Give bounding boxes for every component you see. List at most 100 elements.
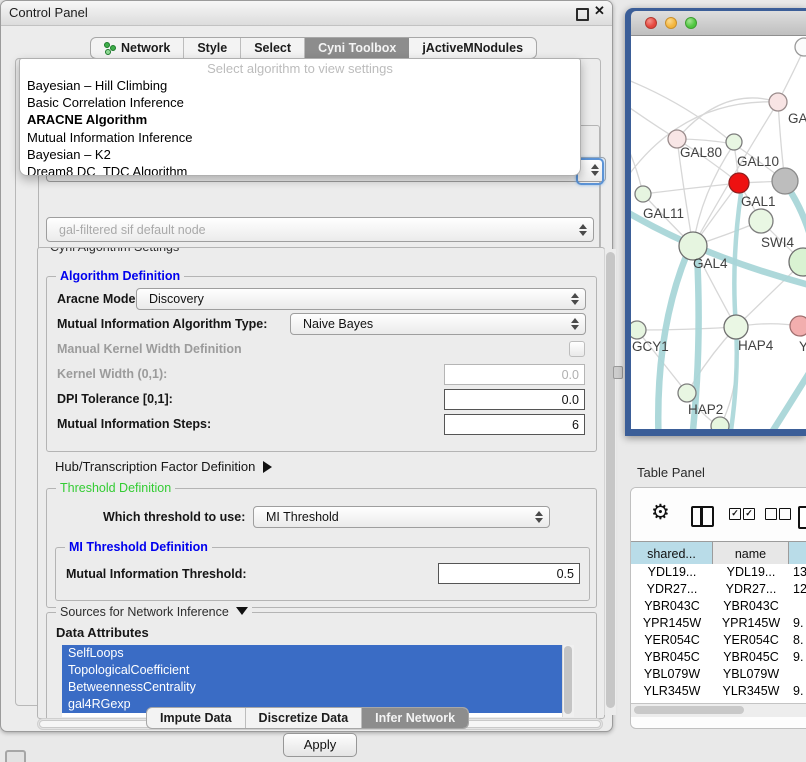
tab-select[interactable]: Select	[241, 38, 305, 58]
algorithm-definition-group: Algorithm Definition Aracne Mode: Discov…	[46, 276, 597, 452]
table-panel-title: Table Panel	[637, 465, 705, 480]
network-node-bottom[interactable]	[711, 417, 729, 429]
mac-minimize-button[interactable]	[665, 17, 677, 29]
network-edge[interactable]	[677, 98, 778, 139]
attribute-item[interactable]: BetweennessCentrality	[62, 679, 574, 696]
combo-stepper-icon	[571, 318, 578, 330]
table-row[interactable]: YDR27...YDR27...12	[631, 581, 806, 598]
node-label-gal11: GAL11	[643, 206, 684, 221]
table-cell: 13	[789, 564, 806, 581]
column-header[interactable]: A	[789, 542, 806, 565]
algorithm-option[interactable]: ARACNE Algorithm	[20, 111, 580, 128]
network-window-titlebar[interactable]	[631, 11, 806, 36]
network-node-gal7[interactable]	[769, 93, 787, 111]
tab-network[interactable]: Network	[91, 38, 184, 58]
network-edge[interactable]	[743, 357, 806, 429]
control-panel-titlebar[interactable]: Control Panel ✕	[1, 1, 612, 26]
bottom-tab-impute-data[interactable]: Impute Data	[147, 708, 246, 728]
tab-jactivemnodules[interactable]: jActiveMNodules	[409, 38, 536, 58]
control-panel-tab-strip: NetworkStyleSelectCyni ToolboxjActiveMNo…	[90, 37, 537, 59]
column-header[interactable]: shared...	[631, 542, 713, 565]
checked-checkbox-icon[interactable]: ✓	[729, 508, 741, 520]
table-scrollbar-thumb[interactable]	[634, 706, 744, 714]
which-threshold-combo[interactable]: MI Threshold	[253, 506, 550, 528]
network-node-top-green[interactable]	[726, 134, 742, 150]
kernel-width-field[interactable]: 0.0	[444, 364, 585, 385]
table-row[interactable]: YPR145WYPR145W9.	[631, 615, 806, 632]
tab-style[interactable]: Style	[184, 38, 241, 58]
table-row[interactable]: YDL19...YDL19...13	[631, 564, 806, 581]
network-graph[interactable]: GALGAL80GAL10GAL1GAL11SWI4GAL4GCY1HAP4YH…	[631, 36, 806, 429]
manual-kernel-checkbox[interactable]	[569, 341, 585, 357]
network-node-red[interactable]	[729, 173, 749, 193]
which-threshold-value: MI Threshold	[266, 510, 339, 524]
threshold-definition-title: Threshold Definition	[56, 481, 175, 495]
algorithm-option[interactable]: Basic Correlation Inference	[20, 94, 580, 111]
network-node-swi4[interactable]	[789, 248, 806, 276]
gear-icon[interactable]: ⚙	[651, 501, 670, 525]
mac-zoom-button[interactable]	[685, 17, 697, 29]
unchecked-checkbox-icon[interactable]	[779, 508, 791, 520]
network-node-hap4[interactable]	[724, 315, 748, 339]
bottom-tab-discretize-data[interactable]: Discretize Data	[246, 708, 363, 728]
network-node-hap2[interactable]	[678, 384, 696, 402]
network-edge[interactable]	[643, 183, 739, 194]
mi-threshold-definition-title: MI Threshold Definition	[65, 540, 212, 554]
algorithm-option[interactable]: Dream8 DC_TDC Algorithm	[20, 163, 580, 176]
table-cell: YPR145W	[713, 615, 789, 632]
window-grip-icon[interactable]	[5, 750, 26, 762]
settings-vertical-thumb[interactable]	[606, 252, 615, 708]
algorithm-option[interactable]: Mutual Information Inference	[20, 129, 580, 146]
checked-checkbox-icon[interactable]: ✓	[743, 508, 755, 520]
table-cell: YBL079W	[713, 666, 789, 683]
apply-button[interactable]: Apply	[283, 733, 357, 757]
bottom-tab-infer-network[interactable]: Infer Network	[362, 708, 468, 728]
aracne-mode-combo[interactable]: Discovery	[136, 288, 586, 310]
document-icon[interactable]	[798, 506, 806, 529]
list-scrollbar[interactable]	[562, 645, 574, 717]
mi-threshold-field[interactable]: 0.5	[438, 563, 580, 584]
close-icon[interactable]: ✕	[594, 3, 605, 19]
table-row[interactable]: YER054CYER054C8.	[631, 632, 806, 649]
network-node-pink-right[interactable]	[790, 316, 806, 336]
float-window-icon[interactable]	[576, 8, 589, 21]
data-attributes-label: Data Attributes	[56, 625, 149, 640]
network-node-gal11[interactable]	[635, 186, 651, 202]
dpi-tolerance-field[interactable]: 0.0	[444, 389, 585, 410]
column-header[interactable]: name	[713, 542, 789, 565]
table-row[interactable]: YBL079WYBL079W	[631, 666, 806, 683]
panel-divider-handle[interactable]	[613, 366, 623, 379]
mi-steps-field[interactable]: 6	[444, 414, 585, 435]
table-cell: YER054C	[631, 632, 713, 649]
mac-close-button[interactable]	[645, 17, 657, 29]
network-node-gcy1[interactable]	[631, 321, 646, 339]
network-data-combo-value: gal-filtered sif default node	[59, 223, 206, 237]
table-row[interactable]: YBR045CYBR045C9.	[631, 649, 806, 666]
mi-threshold-definition-group: MI Threshold Definition Mutual Informati…	[55, 547, 590, 601]
network-node-gal1[interactable]	[749, 209, 773, 233]
algorithm-option[interactable]: Bayesian – Hill Climbing	[20, 77, 580, 94]
hub-definition-toggle[interactable]: Hub/Transcription Factor Definition	[55, 459, 272, 474]
sources-group-title[interactable]: Sources for Network Inference	[56, 605, 252, 619]
settings-vertical-scrollbar[interactable]	[604, 249, 616, 715]
algorithm-option[interactable]: Bayesian – K2	[20, 146, 580, 163]
network-node-top-right[interactable]	[795, 38, 806, 56]
network-edge[interactable]	[637, 327, 736, 330]
table-row[interactable]: YBR043CYBR043C	[631, 598, 806, 615]
node-label-y: Y	[799, 339, 806, 354]
table-cell: YDL19...	[713, 564, 789, 581]
network-data-combo[interactable]: gal-filtered sif default node	[46, 217, 594, 242]
columns-icon[interactable]	[691, 506, 714, 527]
attribute-item[interactable]: SelfLoops	[62, 645, 574, 662]
network-node-gal10[interactable]	[772, 168, 798, 194]
table-horizontal-scrollbar[interactable]	[631, 703, 806, 717]
network-canvas[interactable]: GALGAL80GAL10GAL1GAL11SWI4GAL4GCY1HAP4YH…	[631, 36, 806, 429]
mi-type-combo[interactable]: Naive Bayes	[290, 313, 586, 335]
tab-cyni-toolbox[interactable]: Cyni Toolbox	[305, 38, 409, 58]
unchecked-checkbox-icon[interactable]	[765, 508, 777, 520]
list-scrollbar-thumb[interactable]	[564, 646, 572, 714]
attribute-item[interactable]: TopologicalCoefficient	[62, 662, 574, 679]
table-row[interactable]: YLR345WYLR345W9.	[631, 683, 806, 700]
algorithm-dropdown-placeholder: Select algorithm to view settings	[20, 59, 580, 77]
network-edge[interactable]	[631, 102, 778, 183]
